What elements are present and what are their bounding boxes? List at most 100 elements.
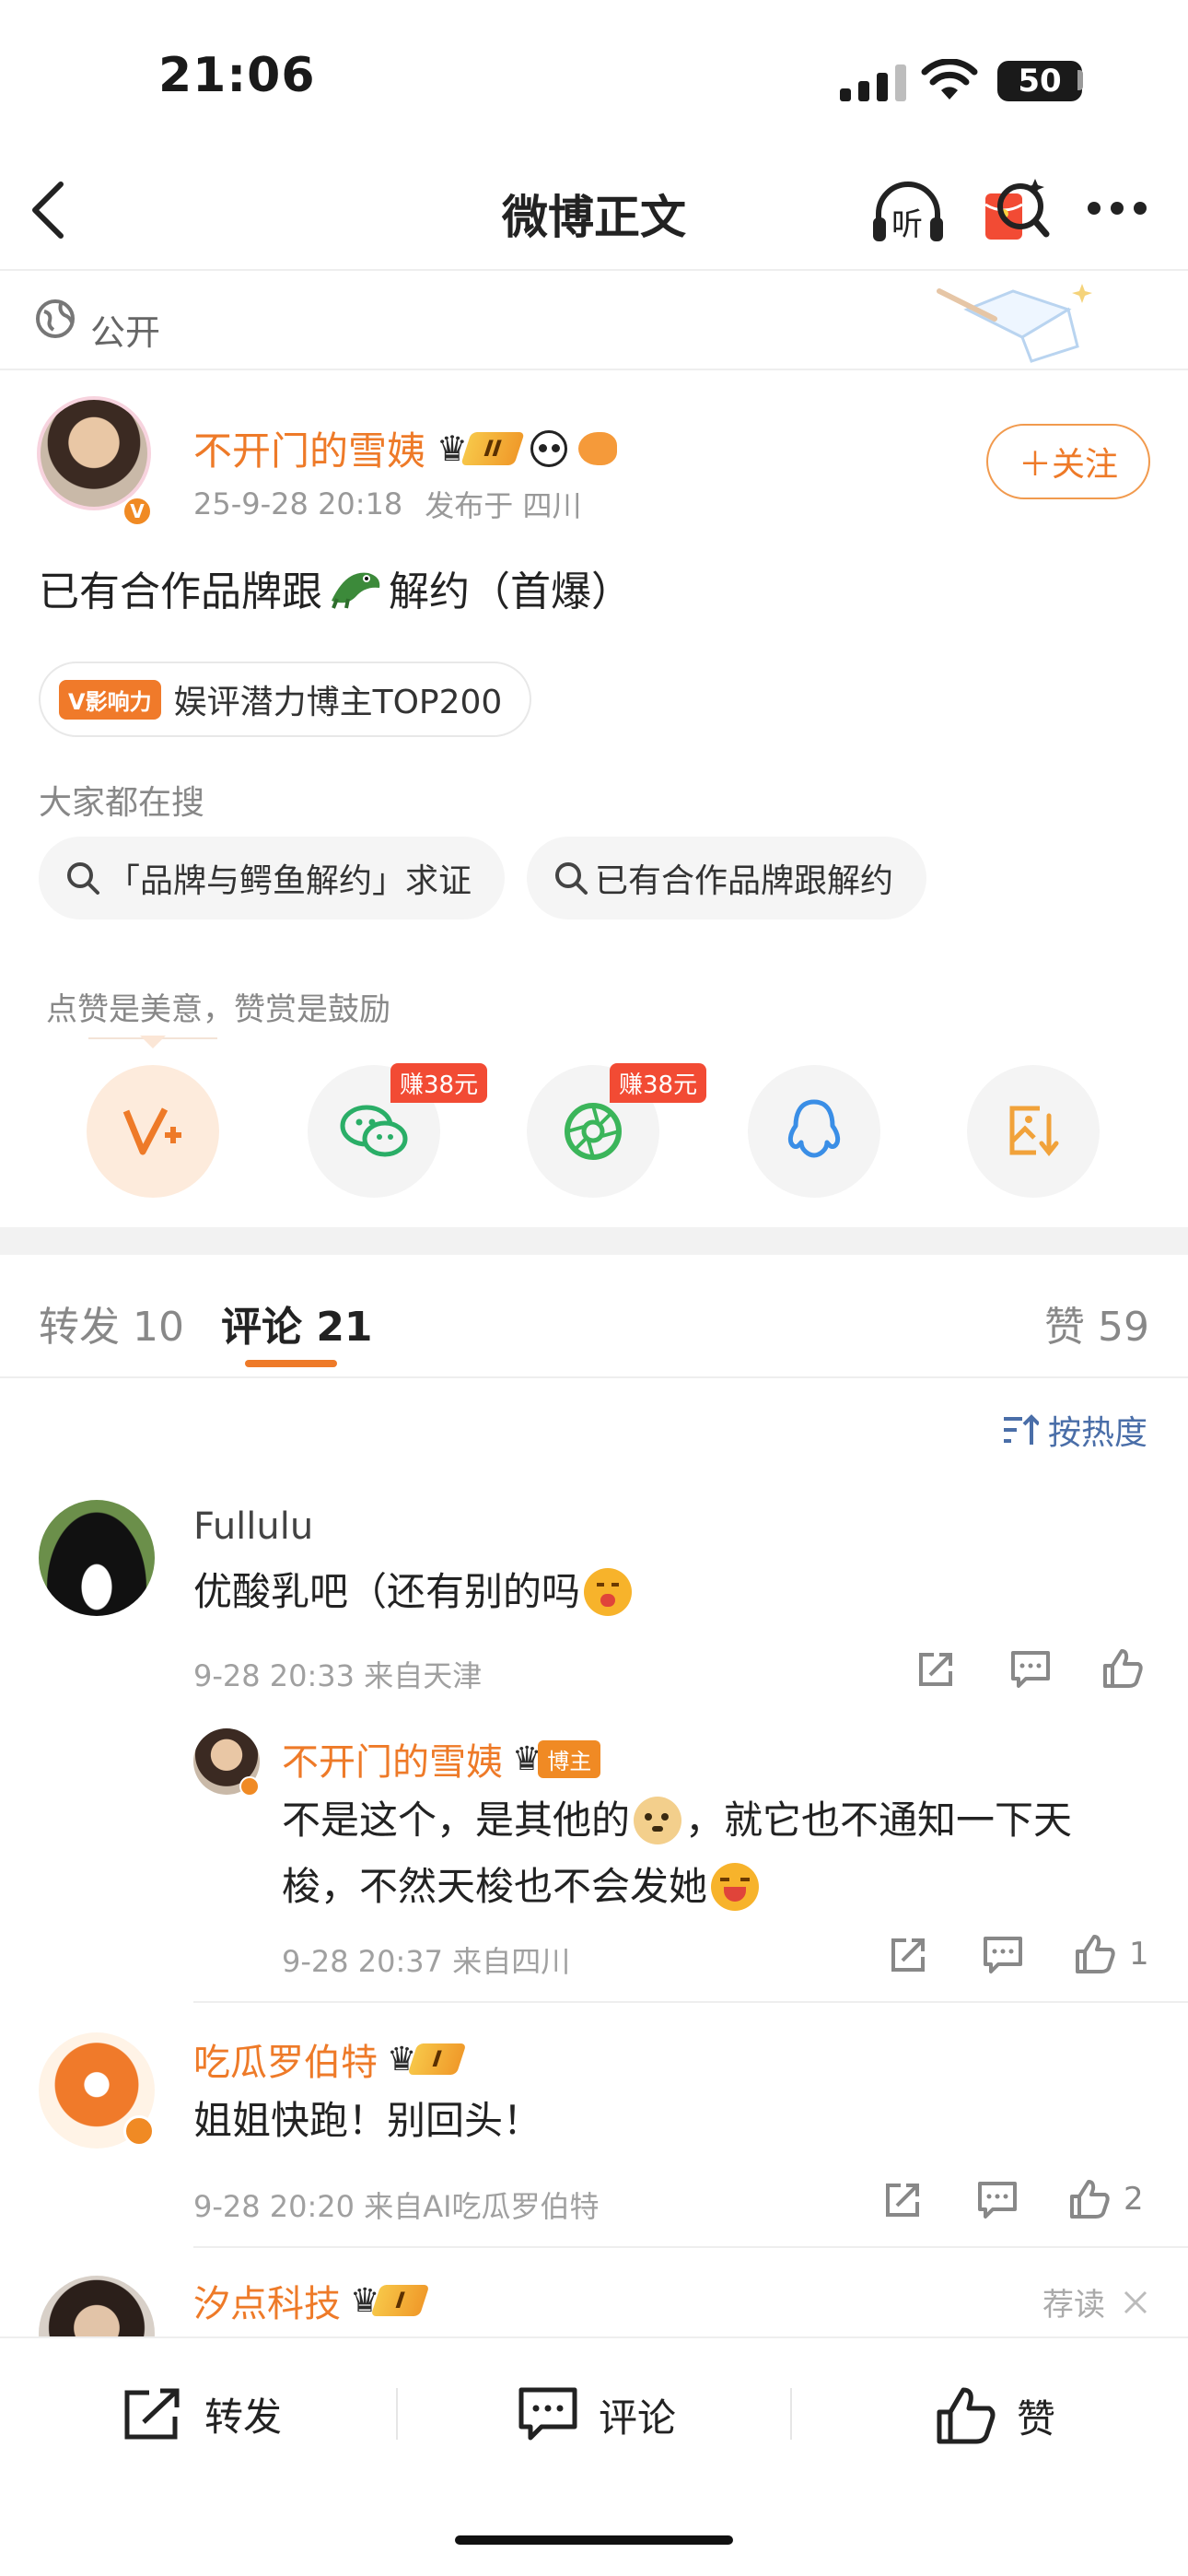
comment-bubble-icon	[1011, 1651, 1050, 1688]
post-timestamp: 25-9-28 20:18	[193, 486, 403, 521]
decorative-book-icon	[937, 284, 1092, 363]
commenter-name[interactable]: 汐点科技	[193, 2274, 341, 2327]
comment-button[interactable]: 评论	[518, 2386, 676, 2443]
more-options-icon[interactable]	[1087, 201, 1147, 216]
like-button[interactable]: 赞	[936, 2386, 1055, 2445]
home-indicator	[455, 2535, 733, 2545]
commenter-name-row: 吃瓜罗伯特 ♛ I	[193, 2032, 467, 2086]
listen-label: 听	[891, 206, 923, 243]
share-icon	[891, 1938, 925, 1972]
comment-meta: 9-28 20:33 来自天津	[193, 1658, 483, 1693]
tab-comments[interactable]: 评论 21	[221, 1294, 373, 1352]
reply-meta: 9-28 20:37 来自四川	[282, 1944, 571, 1979]
reply-author-row: 不开门的雪姨 ♛ 博主	[282, 1732, 601, 1786]
save-image-button[interactable]	[967, 1065, 1100, 1198]
comment-like-button[interactable]	[1101, 1647, 1157, 1690]
thumbs-up-icon	[1103, 1649, 1143, 1688]
post-text: 已有合作品牌跟 解约（首爆）	[39, 558, 632, 617]
comment-text: 姐姐快跑！别回头！	[193, 2098, 542, 2143]
thumbs-up-icon	[1076, 1935, 1115, 1973]
nav-divider	[0, 269, 1188, 271]
drool-emoji-icon	[584, 1568, 633, 1616]
trending-search-item[interactable]: 「品牌与鳄鱼解约」求证	[39, 837, 506, 919]
recommend-label: 荐读	[1042, 2287, 1105, 2324]
reply-text: 不是这个，是其他的 ，就它也不通知一下天 梭，不然天梭也不会发她	[282, 1787, 1072, 1920]
cellular-signal-icon	[840, 64, 906, 101]
reply-like-count: 1	[1129, 1936, 1149, 1973]
tab-reposts[interactable]: 转发 10	[39, 1294, 184, 1352]
reply-author-name[interactable]: 不开门的雪姨	[282, 1732, 503, 1786]
reply-text-part-3: 梭，不然天梭也不会发她	[282, 1864, 708, 1909]
reward-label: 点赞是美意，赞赏是鼓励	[46, 991, 390, 1028]
follow-button[interactable]: ＋关注	[986, 424, 1150, 499]
reward-button[interactable]	[87, 1065, 219, 1198]
thumbs-up-icon	[937, 2387, 996, 2444]
listen-button[interactable]: 听	[869, 177, 947, 245]
reply-text-part-2: ，就它也不通知一下天	[685, 1797, 1073, 1843]
comment-reply-button[interactable]	[976, 2180, 1019, 2220]
qq-penguin-icon	[787, 1099, 841, 1158]
commenter-name[interactable]: Fullulu	[193, 1505, 313, 1548]
comment-like-count: 2	[1124, 2181, 1144, 2218]
moments-shutter-icon	[565, 1103, 622, 1160]
comment-text-content: 优酸乳吧（还有别的吗	[193, 1569, 581, 1614]
share-icon	[919, 1653, 952, 1686]
comment-like-button[interactable]: 2	[1068, 2178, 1144, 2220]
globe-icon	[36, 299, 75, 338]
author-avatar[interactable]	[37, 396, 151, 510]
verified-badge: V	[122, 496, 153, 527]
comment-divider	[193, 2246, 1188, 2248]
grin-emoji-icon	[711, 1863, 760, 1911]
repost-button[interactable]: 转发	[122, 2386, 282, 2442]
comment-share-button[interactable]	[915, 1649, 956, 1690]
comment-bubble-icon	[518, 2387, 577, 2441]
toolbar-separator	[396, 2388, 398, 2440]
battery-tip	[1077, 70, 1083, 90]
reward-v-icon	[122, 1107, 181, 1155]
reply-share-button[interactable]	[888, 1935, 928, 1975]
trending-search-text: 已有合作品牌跟解约	[595, 862, 894, 900]
reply-reply-button[interactable]	[982, 1935, 1024, 1975]
post-location: 发布于 四川	[425, 488, 582, 523]
comment-reply-button[interactable]	[1009, 1649, 1052, 1690]
reward-pointer-arrow	[140, 1036, 166, 1048]
comment-bubble-icon	[978, 2182, 1017, 2219]
post-text-before: 已有合作品牌跟	[39, 568, 322, 615]
post-meta: 25-9-28 20:18 发布于 四川	[193, 483, 581, 525]
section-separator	[0, 1227, 1188, 1255]
wifi-icon	[921, 59, 978, 100]
close-icon[interactable]	[1122, 2289, 1149, 2316]
reply-text-part-1: 不是这个，是其他的	[282, 1797, 631, 1843]
trending-search-item[interactable]: 已有合作品牌跟解约	[527, 837, 927, 919]
share-icon	[124, 2388, 180, 2439]
reply-like-button[interactable]: 1	[1074, 1933, 1149, 1975]
post-text-after: 解约（首爆）	[389, 568, 632, 615]
level-badge: I	[407, 2043, 467, 2075]
blogger-role-badge: 博主	[538, 1739, 601, 1778]
recommend-tag[interactable]: 荐读	[1042, 2279, 1149, 2324]
thumbs-up-icon	[1070, 2180, 1110, 2219]
sort-button[interactable]: 按热度	[1002, 1406, 1147, 1454]
save-image-icon	[1009, 1106, 1059, 1157]
sort-label: 按热度	[1048, 1414, 1148, 1452]
search-icon	[67, 862, 99, 895]
fish-icon	[577, 431, 617, 465]
share-qq-button[interactable]	[748, 1065, 880, 1198]
comment-text: 优酸乳吧（还有别的吗	[193, 1559, 633, 1625]
comment-share-button[interactable]	[882, 2180, 923, 2220]
author-row: 不开门的雪姨 ♛ II	[193, 420, 617, 476]
commenter-name-row: 汐点科技 ♛ I	[193, 2274, 430, 2327]
earn-tag-wechat: 赚38元	[390, 1063, 488, 1103]
battery-indicator: 50	[997, 61, 1082, 101]
sort-icon	[1004, 1414, 1039, 1445]
doge-emoji-icon	[634, 1797, 682, 1844]
red-envelope-search-icon[interactable]	[980, 173, 1050, 245]
trending-label: 大家都在搜	[39, 784, 205, 822]
wechat-icon	[340, 1105, 408, 1157]
tab-likes[interactable]: 赞 59	[1044, 1294, 1149, 1352]
like-label: 赞	[1017, 2395, 1056, 2441]
commenter-avatar[interactable]	[39, 1500, 155, 1616]
commenter-name[interactable]: 吃瓜罗伯特	[193, 2032, 378, 2086]
influence-badge[interactable]: V影响力 娱评潜力博主TOP200	[39, 662, 532, 737]
author-name[interactable]: 不开门的雪姨	[193, 420, 425, 476]
